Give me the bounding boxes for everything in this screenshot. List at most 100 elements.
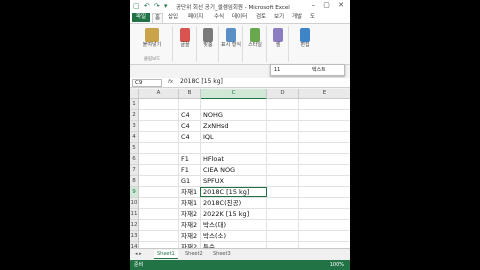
tab-view[interactable]: 보기 <box>272 13 286 22</box>
grid-line <box>298 99 299 109</box>
cell-b[interactable] <box>179 143 181 153</box>
cell-b[interactable]: 자재2 <box>179 231 197 241</box>
fx-icon[interactable]: fx <box>168 79 173 85</box>
cells-icon <box>273 28 283 42</box>
row-header[interactable]: 12 <box>130 220 139 231</box>
row-header[interactable]: 5 <box>130 143 139 154</box>
table-row: F1 CIEA NOG <box>139 165 350 176</box>
cell-b[interactable]: 자재2 <box>179 220 197 230</box>
cell-b[interactable]: F1 <box>179 154 189 164</box>
grid-line <box>298 143 299 153</box>
editing-group[interactable]: 편집 <box>290 26 320 62</box>
row-header[interactable]: 4 <box>130 132 139 143</box>
row-header[interactable]: 2 <box>130 110 139 121</box>
cell-b[interactable] <box>179 99 181 109</box>
row-header[interactable]: 13 <box>130 231 139 242</box>
table-row: 자재1 2018C [15 kg] <box>139 187 350 198</box>
table-row <box>139 99 350 110</box>
grid-line <box>266 165 267 175</box>
grid-line <box>298 198 299 208</box>
formula-input[interactable]: 2018C [15 kg] <box>180 78 223 86</box>
sheet-nav-icon[interactable]: ◂ ▸ <box>132 250 145 258</box>
cell-b[interactable]: 자재2 <box>179 209 197 219</box>
alignment-group[interactable]: 맞춤 <box>198 26 219 62</box>
cell-b[interactable]: 자재1 <box>179 187 197 197</box>
grid-line <box>266 110 267 120</box>
grid-line <box>298 110 299 120</box>
select-all-corner[interactable] <box>130 89 139 99</box>
grid-line <box>298 187 299 197</box>
cell-b[interactable]: F1 <box>179 165 189 175</box>
name-box[interactable]: C9 <box>132 79 162 87</box>
tab-data[interactable]: 데이터 <box>230 13 249 22</box>
cell-c[interactable]: NOHG <box>201 110 223 120</box>
cell-b[interactable]: 자재1 <box>179 198 197 208</box>
column-header-d[interactable]: D <box>267 89 299 99</box>
column-header-e[interactable]: E <box>299 89 350 99</box>
quick-access-toolbar[interactable]: ▢ ↶ ↷ ▾ <box>133 2 169 10</box>
row-header[interactable]: 10 <box>130 198 139 209</box>
sheet-tab-1[interactable]: Sheet1 <box>154 250 178 259</box>
cell-c[interactable]: IQL <box>201 132 214 142</box>
cell-b[interactable]: G1 <box>179 176 190 186</box>
table-row: C4 NOHG <box>139 110 350 121</box>
styles-group[interactable]: 스타일 <box>244 26 267 62</box>
table-row <box>139 143 350 154</box>
row-header[interactable]: 6 <box>130 154 139 165</box>
column-header-b[interactable]: B <box>179 89 201 99</box>
sheet-tab-3[interactable]: Sheet3 <box>210 250 234 258</box>
cells-group[interactable]: 셀 <box>268 26 289 62</box>
grid-line <box>266 231 267 241</box>
row-header[interactable]: 7 <box>130 165 139 176</box>
mini-font-size[interactable]: 11 <box>274 67 280 73</box>
tab-formulas[interactable]: 수식 <box>212 13 226 22</box>
grid-line <box>266 198 267 208</box>
row-header[interactable]: 8 <box>130 176 139 187</box>
row-header[interactable]: 9 <box>130 187 139 198</box>
cell-c[interactable]: 박스(소) <box>201 231 226 241</box>
tab-home[interactable]: 홈 <box>152 13 164 23</box>
font-group[interactable]: 글꼴 <box>174 26 197 62</box>
tab-file[interactable]: 파일 <box>132 13 150 22</box>
styles-label: 스타일 <box>248 42 262 48</box>
grid-line <box>266 121 267 131</box>
cell-b[interactable]: C4 <box>179 121 190 131</box>
mini-toolbar[interactable]: 11 텍스트 <box>270 64 345 76</box>
tab-review[interactable]: 검토 <box>254 13 268 22</box>
paste-group[interactable]: 붙여넣기 클립보드 <box>132 26 173 62</box>
number-format-group[interactable]: 표시 형식 <box>220 26 243 62</box>
grid-line <box>298 132 299 142</box>
table-row: 자재1 2018C(친공) <box>139 198 350 209</box>
cell-b[interactable]: C4 <box>179 132 190 142</box>
row-header[interactable]: 3 <box>130 121 139 132</box>
cell-c[interactable]: 박스(대) <box>201 220 226 230</box>
row-header[interactable]: 11 <box>130 209 139 220</box>
tab-developer[interactable]: 개발 <box>290 13 304 22</box>
percent-icon <box>226 28 236 42</box>
grid-line <box>298 154 299 164</box>
mini-text-label[interactable]: 텍스트 <box>312 67 326 73</box>
cell-c[interactable] <box>201 143 203 153</box>
cell-b[interactable]: C4 <box>179 110 190 120</box>
cell-c[interactable]: HFloat <box>201 154 224 164</box>
cell-c[interactable]: 2018C(친공) <box>201 198 241 208</box>
cell-c[interactable]: 2022K [15 kg] <box>201 209 249 219</box>
zoom-level[interactable]: 100% <box>330 260 344 270</box>
cell-c[interactable]: ZxNHsd <box>201 121 229 131</box>
grid-line <box>298 220 299 230</box>
font-icon <box>180 28 190 42</box>
tab-help[interactable]: 도 <box>308 13 317 22</box>
table-row: C4 IQL <box>139 132 350 143</box>
column-header-a[interactable]: A <box>139 89 179 99</box>
table-row: C4 ZxNHsd <box>139 121 350 132</box>
window-controls[interactable]: – ▢ ✕ <box>312 1 347 9</box>
cell-c[interactable]: SPFUX <box>201 176 224 186</box>
row-header[interactable]: 1 <box>130 99 139 110</box>
grid-line <box>298 209 299 219</box>
cell-c[interactable]: CIEA NOG <box>201 165 235 175</box>
sheet-tab-2[interactable]: Sheet2 <box>182 250 206 258</box>
tab-page-layout[interactable]: 페이지 <box>186 13 205 22</box>
cell-c[interactable] <box>201 99 203 109</box>
tab-insert[interactable]: 삽입 <box>166 13 180 22</box>
status-bar: 준비 100% <box>130 260 350 270</box>
